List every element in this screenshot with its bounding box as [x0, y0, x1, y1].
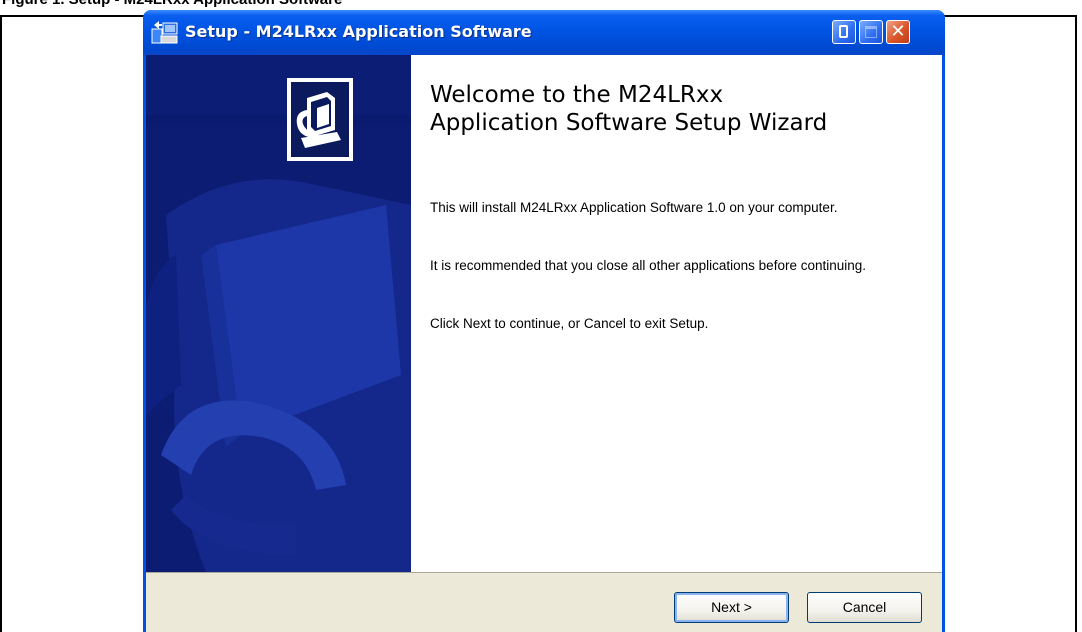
next-button[interactable]: Next > [674, 592, 789, 623]
side-graphic-art [146, 55, 411, 572]
figure-caption: Figure 1. Setup - M24LRxx Application So… [2, 0, 342, 8]
welcome-title: Welcome to the M24LRxx Application Softw… [430, 82, 828, 136]
setup-wizard-window: Setup - M24LRxx Application Software ✕ W… [143, 10, 945, 632]
close-button[interactable]: ✕ [886, 20, 910, 44]
recommendation-text: It is recommended that you close all oth… [430, 258, 867, 273]
setup-app-icon [151, 21, 178, 44]
setup-wizard-icon [287, 78, 353, 161]
cancel-button[interactable]: Cancel [807, 592, 922, 623]
minimize-button[interactable] [832, 20, 856, 44]
wizard-side-graphic [146, 55, 411, 572]
close-icon: ✕ [890, 21, 906, 42]
window-title: Setup - M24LRxx Application Software [185, 22, 532, 41]
wizard-client-area: Welcome to the M24LRxx Application Softw… [146, 55, 942, 632]
wizard-button-bar: Next > Cancel [146, 572, 942, 632]
window-titlebar[interactable]: Setup - M24LRxx Application Software ✕ [143, 10, 945, 55]
maximize-button[interactable] [859, 20, 883, 44]
instruction-text: Click Next to continue, or Cancel to exi… [430, 316, 709, 331]
install-info-text: This will install M24LRxx Application So… [430, 200, 838, 215]
